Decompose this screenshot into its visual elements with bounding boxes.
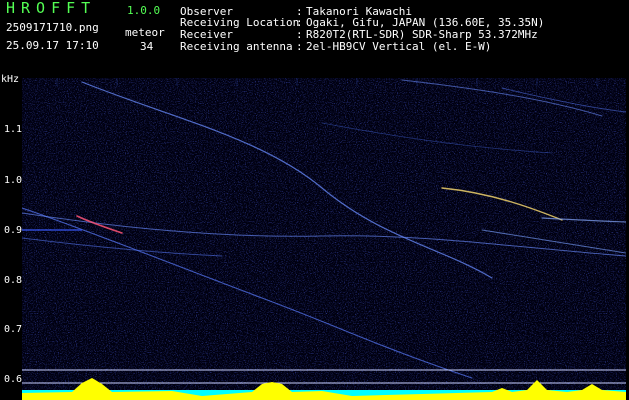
file-name: 2509171710.png bbox=[6, 21, 99, 34]
freq-tick-0-6: 0.6 bbox=[4, 374, 23, 385]
meteor-label: meteor bbox=[125, 26, 165, 39]
spectrogram-panel bbox=[22, 78, 626, 400]
antenna-colon: : bbox=[296, 40, 303, 53]
antenna-label: Receiving antenna bbox=[180, 40, 293, 53]
freq-tick-0-7: 0.7 bbox=[4, 324, 23, 335]
freq-tick-0-8: 0.8 bbox=[4, 275, 23, 286]
date-time: 25.09.17 17:10 bbox=[6, 39, 99, 52]
freq-tick-0-9: 0.9 bbox=[4, 225, 23, 236]
freq-tick-1-1: 1.1 bbox=[4, 124, 23, 135]
app-version: 1.0.0 bbox=[127, 4, 161, 17]
app-logo: HROFFT bbox=[6, 0, 97, 17]
freq-tick-1-0: 1.0 bbox=[4, 175, 23, 186]
meteor-count: 34 bbox=[140, 40, 154, 53]
antenna-value: 2el-HB9CV Vertical (el. E-W) bbox=[306, 40, 492, 53]
unit-label: kHz bbox=[1, 74, 20, 85]
